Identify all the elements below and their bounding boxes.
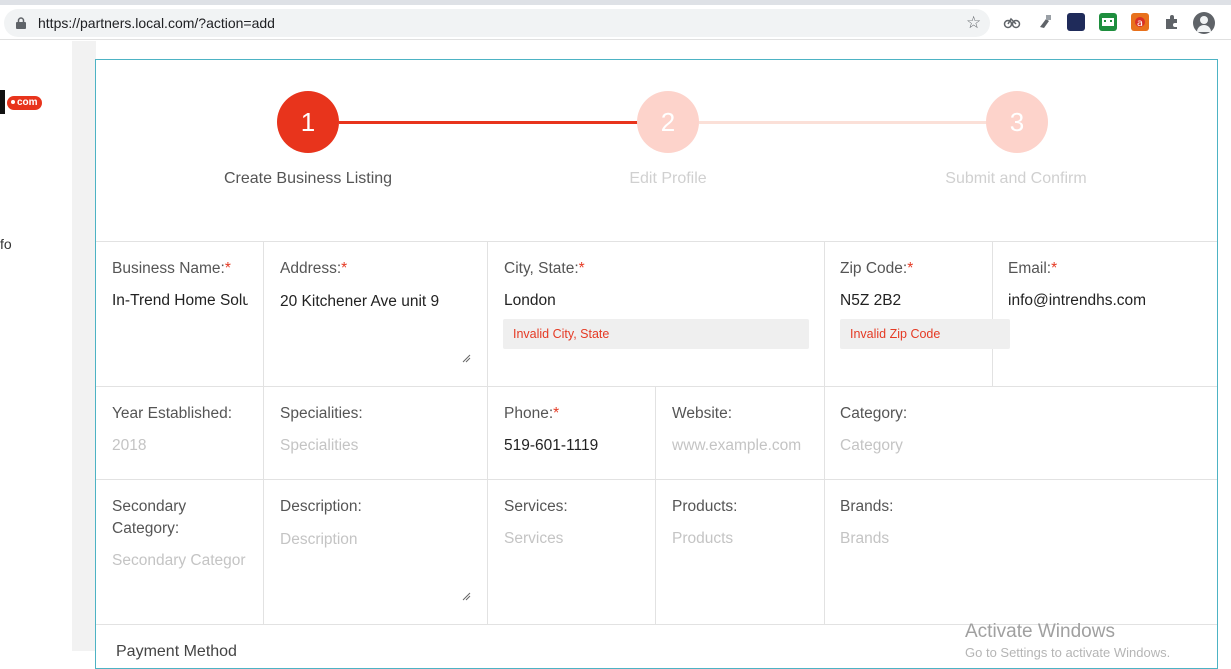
services-input[interactable]: Services [504,530,644,548]
website-input[interactable]: www.example.com [672,437,812,455]
sidebar-partial-text[interactable]: fo [0,236,12,252]
zip-code-error: Invalid Zip Code [840,319,1010,349]
secondary-category-label: Secondary Category: [112,498,187,537]
star-icon[interactable]: ☆ [966,13,981,33]
col-divider [487,479,488,624]
step-2-circle[interactable]: 2 [637,91,699,153]
col-divider [655,386,656,479]
step-connector-2 [699,121,987,124]
phone-input[interactable]: 519-601-1119 [504,437,644,455]
row-divider [96,479,1217,480]
col-divider [263,479,264,624]
description-textarea[interactable]: Description [280,531,470,549]
url-text[interactable]: https://partners.local.com/?action=add [38,15,275,31]
brands-label: Brands: [840,498,894,515]
services-label: Services: [504,498,568,515]
business-name-label: Business Name:* [112,260,231,277]
browser-toolbar: https://partners.local.com/?action=add ☆… [0,5,1231,40]
city-state-error: Invalid City, State [503,319,809,349]
col-divider [263,241,264,386]
col-divider [655,479,656,624]
svg-text:a: a [1137,18,1143,29]
puzzle-icon[interactable] [1163,13,1181,31]
lock-icon[interactable] [16,17,26,29]
row-divider [96,241,1217,242]
activate-windows-watermark: Activate Windows [965,621,1115,642]
products-label: Products: [672,498,738,515]
resize-handle-icon[interactable] [461,591,471,601]
activate-windows-subtext: Go to Settings to activate Windows. [965,645,1171,660]
col-divider [824,479,825,624]
secondary-category-input[interactable]: Secondary Categor [112,552,250,570]
year-established-input[interactable]: 2018 [112,437,248,455]
specialities-label: Specialities: [280,405,363,422]
address-textarea[interactable]: 20 Kitchener Ave unit 9 [280,293,470,311]
col-divider [487,386,488,479]
profile-avatar-icon[interactable] [1193,12,1215,34]
category-label: Category: [840,405,908,422]
extension-bike-icon[interactable] [1003,13,1021,31]
col-divider [263,386,264,479]
brands-input[interactable]: Brands [840,530,1200,548]
col-divider [824,386,825,479]
step-1-label: Create Business Listing [223,170,393,187]
logo-badge: com [7,96,42,110]
products-input[interactable]: Products [672,530,812,548]
address-bar[interactable]: https://partners.local.com/?action=add ☆ [4,9,990,37]
step-1-circle[interactable]: 1 [277,91,339,153]
step-3-circle[interactable]: 3 [986,91,1048,153]
col-divider [487,241,488,386]
email-label: Email:* [1008,260,1058,277]
extension-green-icon[interactable] [1099,13,1117,31]
specialities-input[interactable]: Specialities [280,437,470,455]
step-2-label: Edit Profile [629,170,707,187]
step-3-label: Submit and Confirm [945,170,1087,187]
extension-dark-icon[interactable] [1067,13,1085,31]
logo-icon[interactable] [0,90,5,114]
email-input[interactable]: info@intrendhs.com [1008,292,1208,310]
extension-orange-icon[interactable]: a [1131,13,1149,31]
sidebar [0,41,72,651]
category-input[interactable]: Category [840,437,1200,455]
address-label: Address:* [280,260,348,277]
col-divider [824,241,825,386]
year-established-label: Year Established: [112,405,233,422]
website-label: Website: [672,405,733,422]
step-connector-1 [339,121,639,124]
description-label: Description: [280,498,362,515]
col-divider [992,241,993,386]
row-divider [96,386,1217,387]
phone-label: Phone:* [504,405,560,422]
resize-handle-icon[interactable] [461,353,471,363]
sidebar-divider [72,41,96,651]
city-state-label: City, State:* [504,260,585,277]
extension-brush-icon[interactable] [1036,13,1054,31]
zip-code-label: Zip Code:* [840,260,914,277]
zip-code-input[interactable]: N5Z 2B2 [840,292,980,310]
business-name-input[interactable]: In-Trend Home Solu [112,292,248,310]
payment-method-label: Payment Method [116,643,237,660]
city-state-input[interactable]: London [504,292,804,310]
